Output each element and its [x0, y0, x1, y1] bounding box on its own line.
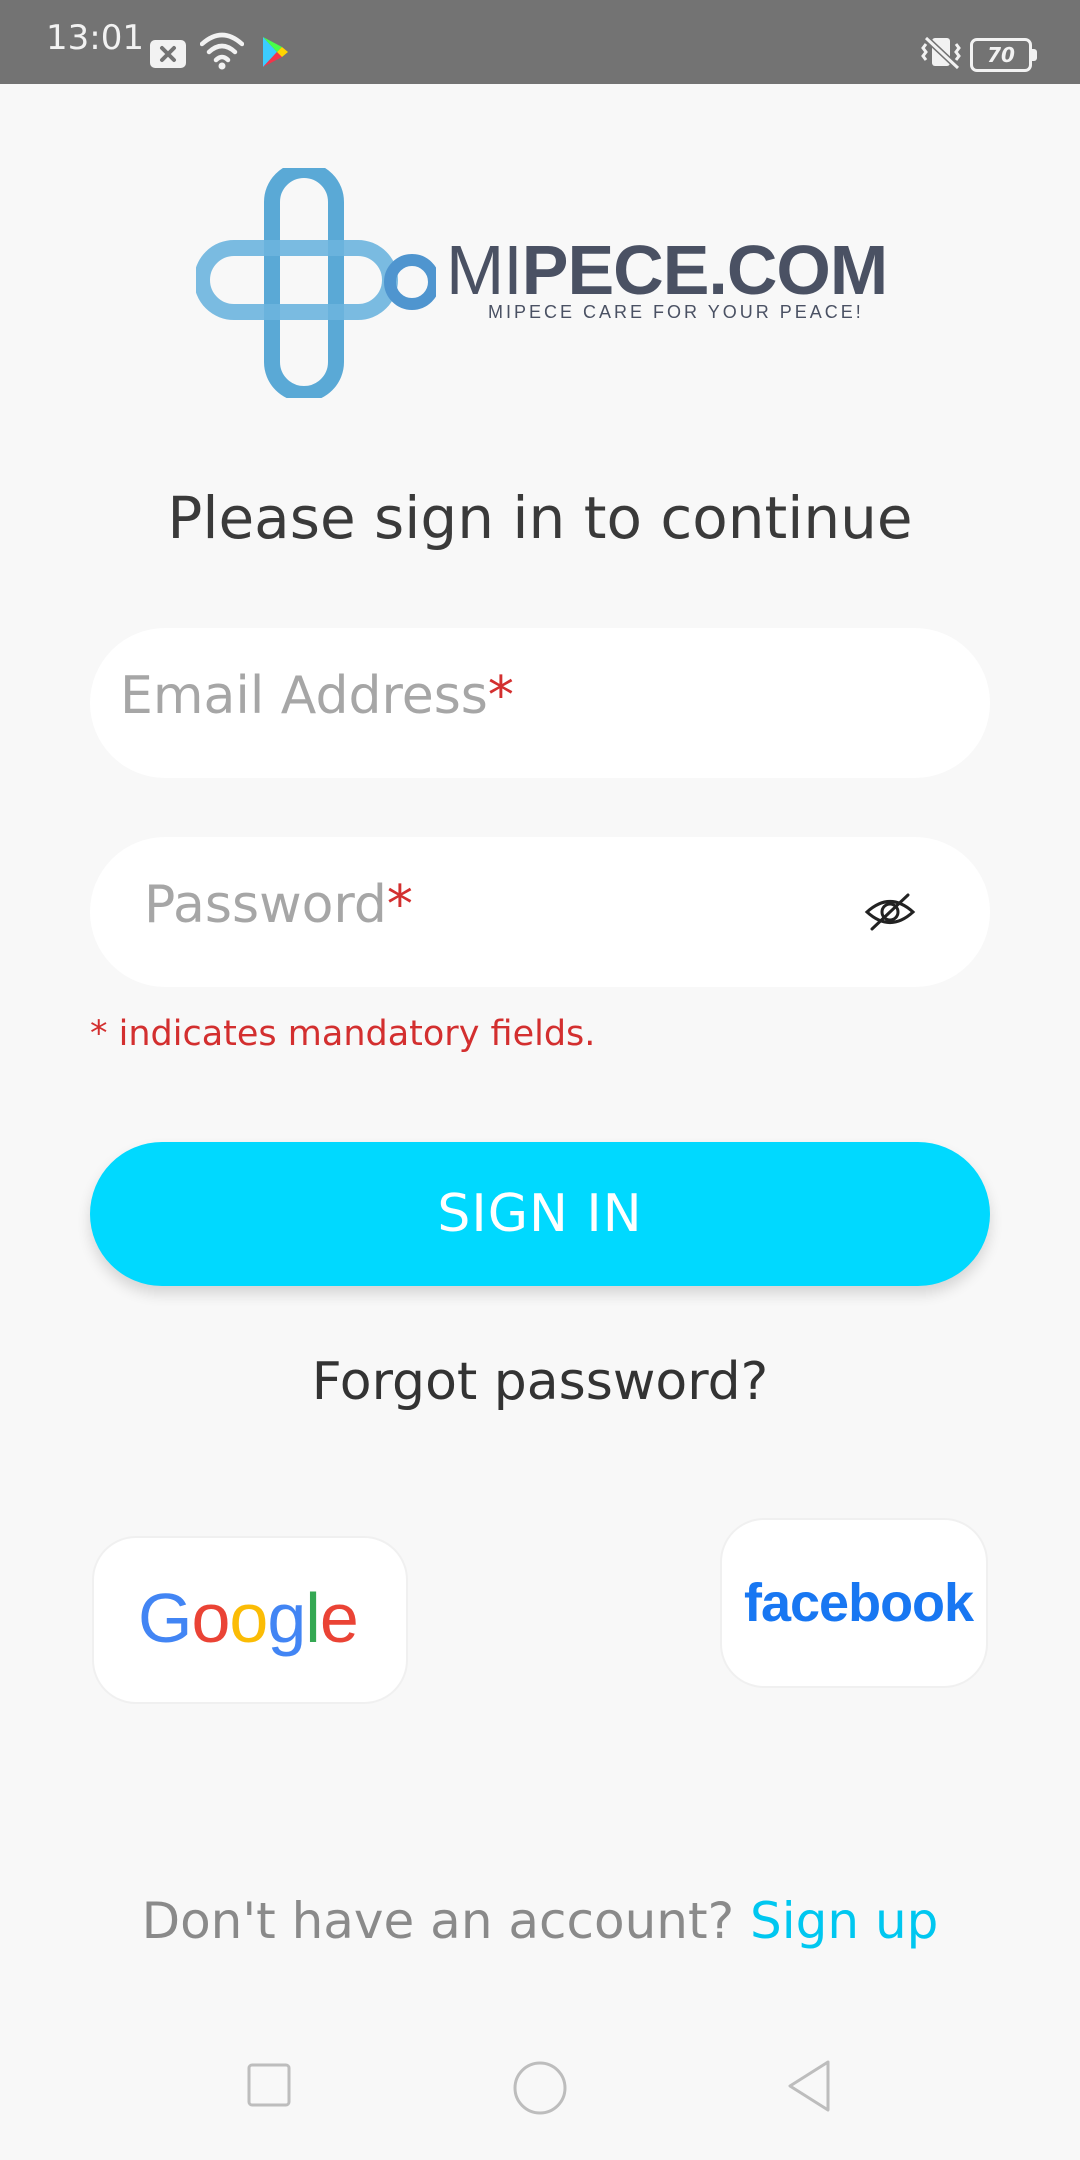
email-label: Email Address*: [120, 666, 514, 726]
signup-prompt: Don't have an account? Sign up: [0, 1892, 1080, 1950]
password-label: Password*: [144, 875, 413, 935]
system-nav-bar: [0, 2048, 1080, 2160]
status-bar: 13:01 70: [0, 0, 1080, 84]
password-placeholder: Password: [144, 875, 387, 935]
google-letter: g: [267, 1579, 306, 1657]
back-button[interactable]: [784, 2058, 834, 2114]
password-field[interactable]: Password*: [90, 837, 990, 987]
eye-off-icon[interactable]: [864, 889, 916, 935]
google-letter: G: [138, 1579, 192, 1657]
signup-prompt-text: Don't have an account?: [141, 1892, 751, 1950]
sign-up-link[interactable]: Sign up: [750, 1892, 938, 1950]
google-letter: e: [319, 1579, 359, 1657]
brand-name-light: MI: [446, 231, 523, 309]
cross-logo-icon: [196, 168, 436, 398]
email-placeholder: Email Address: [120, 666, 488, 726]
email-field[interactable]: Email Address*: [90, 628, 990, 778]
google-letter: l: [305, 1579, 321, 1657]
play-store-icon: [263, 37, 288, 67]
google-letter: o: [229, 1579, 268, 1657]
brand-name-bold: PECE.COM: [521, 231, 888, 309]
brand-tagline: MIPECE CARE FOR YOUR PEACE!: [488, 302, 864, 322]
page-title: Please sign in to continue: [167, 484, 913, 552]
mandatory-note: * indicates mandatory fields.: [90, 1014, 596, 1054]
facebook-sign-in-button[interactable]: facebook: [720, 1518, 988, 1688]
vibrate-icon: [921, 35, 961, 70]
brand-name: MIPECE.COM: [446, 230, 888, 310]
facebook-logo: facebook: [744, 1573, 974, 1633]
required-mark: *: [487, 666, 514, 726]
forgot-password-link[interactable]: Forgot password?: [0, 1352, 1080, 1412]
google-sign-in-button[interactable]: Google: [92, 1536, 408, 1704]
google-logo: Google: [138, 1578, 359, 1658]
home-button[interactable]: [512, 2060, 568, 2116]
brand-logo: MIPECE.COM MIPECE CARE FOR YOUR PEACE!: [196, 168, 896, 398]
google-letter: o: [191, 1579, 230, 1657]
recent-apps-button[interactable]: [246, 2062, 292, 2108]
required-mark: *: [386, 875, 413, 935]
wifi-icon: [200, 32, 244, 70]
status-time: 13:01: [46, 18, 144, 58]
battery-icon: 70: [970, 38, 1037, 72]
notification-x-icon: [150, 40, 186, 68]
sign-in-button[interactable]: SIGN IN: [90, 1142, 990, 1286]
